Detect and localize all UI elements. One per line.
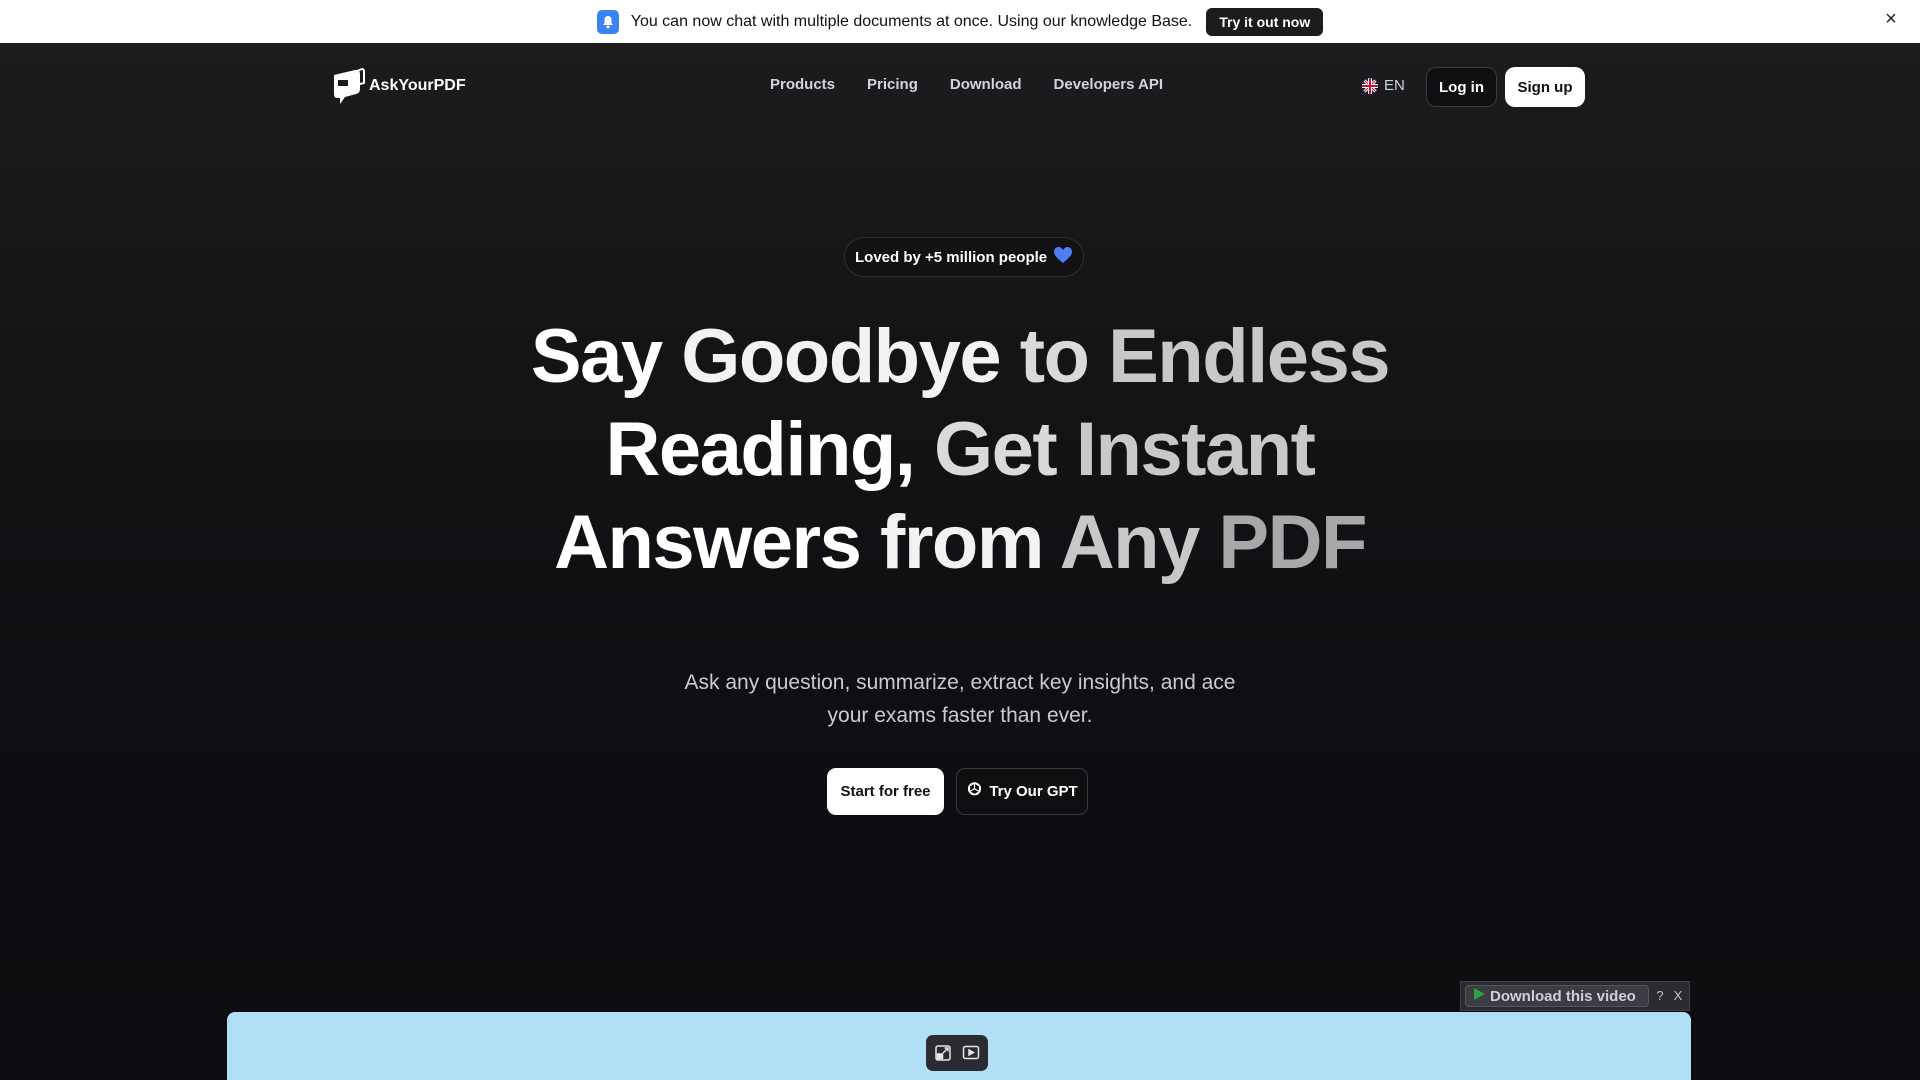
openai-icon (966, 781, 983, 802)
announcement-message: You can now chat with multiple documents… (630, 12, 1193, 30)
bell-icon (596, 9, 619, 34)
language-selector[interactable]: EN (1362, 77, 1405, 94)
download-video-button[interactable]: Download this video (1465, 985, 1649, 1007)
heart-icon (1053, 246, 1073, 268)
language-code: EN (1384, 77, 1405, 94)
start-for-free-button[interactable]: Start for free (827, 768, 944, 815)
headline-line-1: Say Goodbye to Endless (460, 310, 1460, 403)
play-icon (1472, 987, 1486, 1005)
signup-button[interactable]: Sign up (1505, 67, 1585, 107)
nav-link-download[interactable]: Download (950, 76, 1022, 93)
subtitle-line-2: your exams faster than ever. (827, 704, 1093, 727)
login-button[interactable]: Log in (1426, 67, 1497, 107)
download-video-bar: Download this video ? X (1460, 981, 1690, 1011)
headline-word: Answers (554, 500, 862, 585)
headline-word: Any (1059, 500, 1201, 585)
video-capture-icon[interactable] (960, 1042, 982, 1064)
headline-line-2: Reading, Get Instant (460, 403, 1460, 496)
try-our-gpt-label: Try Our GPT (989, 783, 1078, 800)
headline-word: Instant (1075, 407, 1316, 492)
askyourpdf-logo-icon (334, 67, 365, 104)
nav-links: Products Pricing Download Developers API (770, 76, 1163, 93)
headline-word: Endless (1108, 314, 1390, 399)
headline-line-3: Answers from Any PDF (460, 496, 1460, 589)
try-our-gpt-button[interactable]: Try Our GPT (956, 768, 1088, 815)
headline-word: from (880, 500, 1044, 585)
headline-word: Get (934, 407, 1058, 492)
announcement-bar: You can now chat with multiple documents… (0, 0, 1920, 43)
brand-name: AskYourPDF (369, 77, 466, 94)
headline-word: Goodbye (681, 314, 1001, 399)
video-toolbar (926, 1035, 988, 1071)
try-it-out-button[interactable]: Try it out now (1206, 7, 1324, 36)
headline-word: PDF (1218, 500, 1367, 585)
help-icon[interactable]: ? (1653, 986, 1667, 1006)
hero-subtitle: Ask any question, summarize, extract key… (660, 666, 1260, 732)
close-icon[interactable]: X (1671, 986, 1685, 1006)
hero-headline: Say Goodbye to Endless Reading, Get Inst… (460, 310, 1460, 589)
top-nav: AskYourPDF Products Pricing Download Dev… (0, 43, 1920, 129)
uk-flag-icon (1362, 77, 1378, 94)
nav-link-developers-api[interactable]: Developers API (1054, 76, 1164, 93)
download-video-label: Download this video (1490, 987, 1636, 1005)
nav-link-products[interactable]: Products (770, 76, 835, 93)
headline-word: to (1019, 314, 1090, 399)
subtitle-line-1: Ask any question, summarize, extract key… (684, 671, 1236, 694)
brand-logo[interactable]: AskYourPDF (331, 67, 466, 105)
headline-word: Reading, (605, 407, 916, 492)
nav-link-pricing[interactable]: Pricing (867, 76, 918, 93)
headline-word: Say (530, 314, 663, 399)
loved-by-badge: Loved by +5 million people (844, 237, 1085, 277)
picture-in-picture-icon[interactable] (932, 1042, 954, 1064)
badge-text: Loved by +5 million people (855, 248, 1048, 266)
close-icon[interactable]: × (1882, 9, 1900, 29)
